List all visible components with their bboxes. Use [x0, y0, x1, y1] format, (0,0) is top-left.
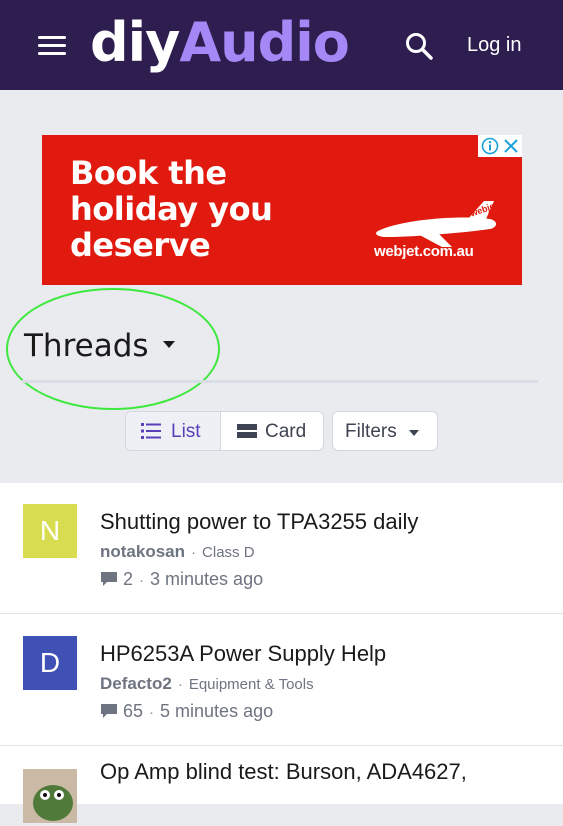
search-icon[interactable] [404, 31, 434, 61]
thread-author[interactable]: notakosan [100, 542, 185, 561]
card-view-label: Card [265, 421, 307, 442]
ad-headline: Book the holiday you deserve [70, 154, 273, 264]
thread-row[interactable]: D HP6253A Power Supply Help Defacto2 · Equ… [0, 614, 563, 746]
meta-separator: · [177, 676, 183, 693]
thread-title[interactable]: HP6253A Power Supply Help [100, 641, 386, 667]
thread-stats: 2 · 3 minutes ago [100, 569, 263, 590]
logo-audio: Audio [179, 11, 349, 74]
comment-icon [101, 572, 117, 586]
hamburger-icon[interactable] [38, 36, 66, 56]
thread-meta: Defacto2 · Equipment & Tools [100, 674, 314, 694]
ad-url: webjet.com.au [374, 243, 474, 260]
ad-line-3: deserve [70, 226, 211, 264]
thread-title[interactable]: Op Amp blind test: Burson, ADA4627, [100, 759, 467, 785]
ad-controls [478, 135, 522, 157]
thread-forum[interactable]: Equipment & Tools [189, 676, 314, 693]
list-view-button[interactable]: List [126, 412, 221, 450]
card-icon [237, 424, 257, 438]
avatar[interactable]: D [23, 636, 77, 690]
thread-meta: notakosan · Class D [100, 542, 255, 562]
avatar[interactable]: N [23, 504, 77, 558]
chevron-down-icon [409, 430, 419, 436]
login-link[interactable]: Log in [467, 33, 522, 57]
highlight-circle [6, 288, 220, 410]
filters-button[interactable]: Filters [332, 411, 438, 451]
list-icon [141, 423, 161, 439]
close-icon[interactable] [502, 137, 520, 155]
avatar-image [23, 769, 77, 823]
reply-count: 65 [123, 701, 144, 721]
section-divider [22, 380, 538, 383]
avatar-photo[interactable] [23, 769, 77, 823]
stats-separator: · [139, 572, 145, 589]
info-icon[interactable] [481, 137, 499, 155]
stats-separator: · [149, 704, 155, 721]
meta-separator: · [191, 544, 197, 561]
thread-row[interactable]: Op Amp blind test: Burson, ADA4627, [0, 746, 563, 826]
thread-author[interactable]: Defacto2 [100, 674, 172, 693]
thread-title[interactable]: Shutting power to TPA3255 daily [100, 509, 418, 535]
thread-time: 5 minutes ago [160, 701, 274, 721]
filters-label: Filters [345, 421, 397, 442]
card-view-button[interactable]: Card [221, 412, 323, 450]
comment-icon [101, 704, 117, 718]
reply-count: 2 [123, 569, 134, 589]
list-view-label: List [171, 421, 201, 442]
ad-line-1: Book the [70, 154, 227, 192]
thread-row[interactable]: N Shutting power to TPA3255 daily notako… [0, 483, 563, 614]
advertisement-banner[interactable]: Book the holiday you deserve webjet webj… [42, 135, 522, 285]
view-toggle: List Card [125, 411, 324, 451]
logo-diy: diy [90, 11, 180, 74]
thread-stats: 65 · 5 minutes ago [100, 701, 273, 722]
thread-forum[interactable]: Class D [202, 544, 255, 561]
site-logo[interactable]: diyAudio [90, 8, 350, 78]
ad-line-2: holiday you [70, 190, 273, 228]
thread-list: N Shutting power to TPA3255 daily notako… [0, 483, 563, 823]
thread-time: 3 minutes ago [150, 569, 264, 589]
top-header: diyAudio Log in [0, 0, 563, 90]
